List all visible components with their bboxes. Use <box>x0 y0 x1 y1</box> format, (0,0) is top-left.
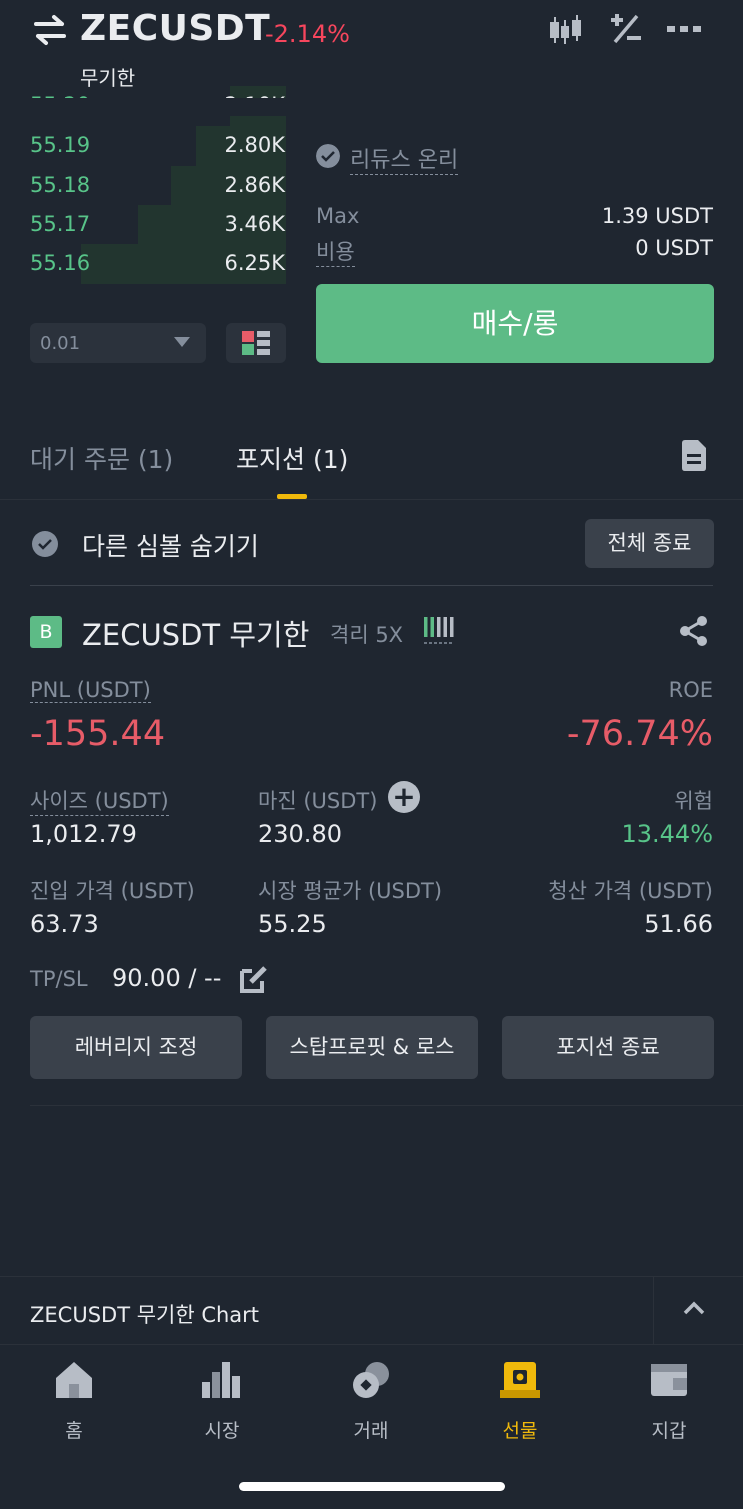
liq-price-value: 51.66 <box>644 910 713 938</box>
close-position-button[interactable]: 포지션 종료 <box>502 1016 714 1079</box>
nav-markets[interactable]: 시장 <box>172 1360 272 1443</box>
bid-qty: 3.46K <box>224 212 285 236</box>
panel-divider <box>30 585 713 586</box>
orderbook-row[interactable]: 55.16 6.25K <box>30 244 286 284</box>
side-badge: B <box>30 616 62 648</box>
tpsl-label: TP/SL <box>30 967 88 991</box>
buy-long-button[interactable]: 매수/롱 <box>316 284 714 363</box>
chart-drawer-label[interactable]: ZECUSDT 무기한 Chart <box>30 1299 259 1329</box>
mark-price-label: 시장 평균가 (USDT) <box>258 879 443 903</box>
tab-open-orders[interactable]: 대기 주문 (1) <box>30 440 173 476</box>
roe-label: ROE <box>668 678 713 702</box>
nav-label: 거래 <box>353 1420 389 1442</box>
bid-price: 55.18 <box>30 173 91 197</box>
orderbook-layout-icon <box>242 331 270 355</box>
tpsl-button[interactable]: 스탑프로핏 & 로스 <box>266 1016 478 1079</box>
orderbook-row[interactable]: 55.18 2.86K <box>30 166 286 206</box>
entry-price-value: 63.73 <box>30 910 99 938</box>
add-margin-icon[interactable]: + <box>388 781 420 813</box>
hide-other-symbols-checkbox[interactable] <box>32 531 58 557</box>
size-value: 1,012.79 <box>30 820 137 848</box>
fee-label: 비용 <box>316 236 355 267</box>
position-symbol[interactable]: ZECUSDT 무기한 <box>82 612 309 654</box>
bid-price: 55.17 <box>30 212 91 236</box>
nav-label: 시장 <box>204 1420 240 1442</box>
fee-value: 0 USDT <box>635 236 713 260</box>
max-label: Max <box>316 204 360 228</box>
risk-label: 위험 <box>674 789 713 813</box>
bid-qty: 6.25K <box>224 251 285 275</box>
home-indicator <box>239 1482 505 1491</box>
order-history-icon[interactable] <box>682 440 706 471</box>
close-all-button[interactable]: 전체 종료 <box>585 519 714 568</box>
pnl-value: -155.44 <box>30 714 166 754</box>
reduce-only-label[interactable]: 리듀스 온리 <box>350 142 459 175</box>
futures-icon <box>500 1362 540 1398</box>
share-icon[interactable] <box>678 615 710 647</box>
margin-mode: 격리 5X <box>330 623 404 647</box>
adjust-leverage-button[interactable]: 레버리지 조정 <box>30 1016 242 1079</box>
home-icon <box>56 1362 92 1398</box>
orderbook-row[interactable]: 55.19 2.80K <box>30 126 286 166</box>
mark-price-value: 55.25 <box>258 910 327 938</box>
pnl-label[interactable]: PNL (USDT) <box>30 678 151 703</box>
max-value: 1.39 USDT <box>601 204 713 228</box>
margin-label: 마진 (USDT) <box>258 789 378 813</box>
entry-price-label: 진입 가격 (USDT) <box>30 879 195 903</box>
nav-label: 선물 <box>502 1420 538 1442</box>
nav-label: 홈 <box>65 1420 83 1442</box>
price-change: -2.14% <box>265 20 350 48</box>
funding-calculator-icon[interactable] <box>609 12 643 46</box>
size-label[interactable]: 사이즈 (USDT) <box>30 785 169 816</box>
tabs-divider <box>0 499 743 500</box>
nav-wallet[interactable]: 지갑 <box>619 1360 719 1443</box>
tpsl-value: 90.00 / -- <box>112 964 222 992</box>
edit-icon[interactable] <box>240 963 268 993</box>
nav-label: 지갑 <box>651 1420 687 1442</box>
nav-home[interactable]: 홈 <box>24 1360 124 1443</box>
nav-futures[interactable]: 선물 <box>470 1360 570 1443</box>
scroll-mask <box>0 98 743 116</box>
card-divider <box>30 1105 743 1106</box>
tab-positions[interactable]: 포지션 (1) <box>236 440 348 476</box>
margin-value: 230.80 <box>258 820 342 848</box>
bid-qty: 2.80K <box>224 133 285 157</box>
roe-value: -76.74% <box>566 714 713 754</box>
trade-icon <box>353 1362 389 1398</box>
bid-qty: 2.86K <box>224 173 285 197</box>
chart-drawer-separator <box>653 1277 654 1344</box>
markets-icon <box>202 1362 240 1398</box>
bid-price: 55.16 <box>30 251 91 275</box>
nav-trade[interactable]: 거래 <box>321 1360 421 1443</box>
liq-price-label: 청산 가격 (USDT) <box>548 879 713 903</box>
more-icon[interactable] <box>667 22 701 36</box>
chevron-down-icon <box>174 337 190 347</box>
orderbook-row[interactable]: 55.17 3.46K <box>30 205 286 245</box>
precision-value: 0.01 <box>40 333 81 354</box>
chevron-up-icon[interactable] <box>682 1297 706 1321</box>
swap-symbol-icon[interactable] <box>32 14 68 46</box>
bid-price: 55.19 <box>30 133 91 157</box>
symbol-title[interactable]: ZECUSDT <box>80 8 270 49</box>
hide-other-symbols-label[interactable]: 다른 심볼 숨기기 <box>82 527 259 563</box>
wallet-icon <box>651 1364 687 1396</box>
precision-select[interactable]: 0.01 <box>30 323 206 363</box>
candlestick-chart-icon[interactable] <box>547 12 583 48</box>
orderbook-layout-button[interactable] <box>226 323 286 363</box>
reduce-only-checkbox[interactable] <box>316 144 340 168</box>
adl-indicator-icon[interactable] <box>424 615 454 645</box>
risk-value: 13.44% <box>621 820 713 848</box>
